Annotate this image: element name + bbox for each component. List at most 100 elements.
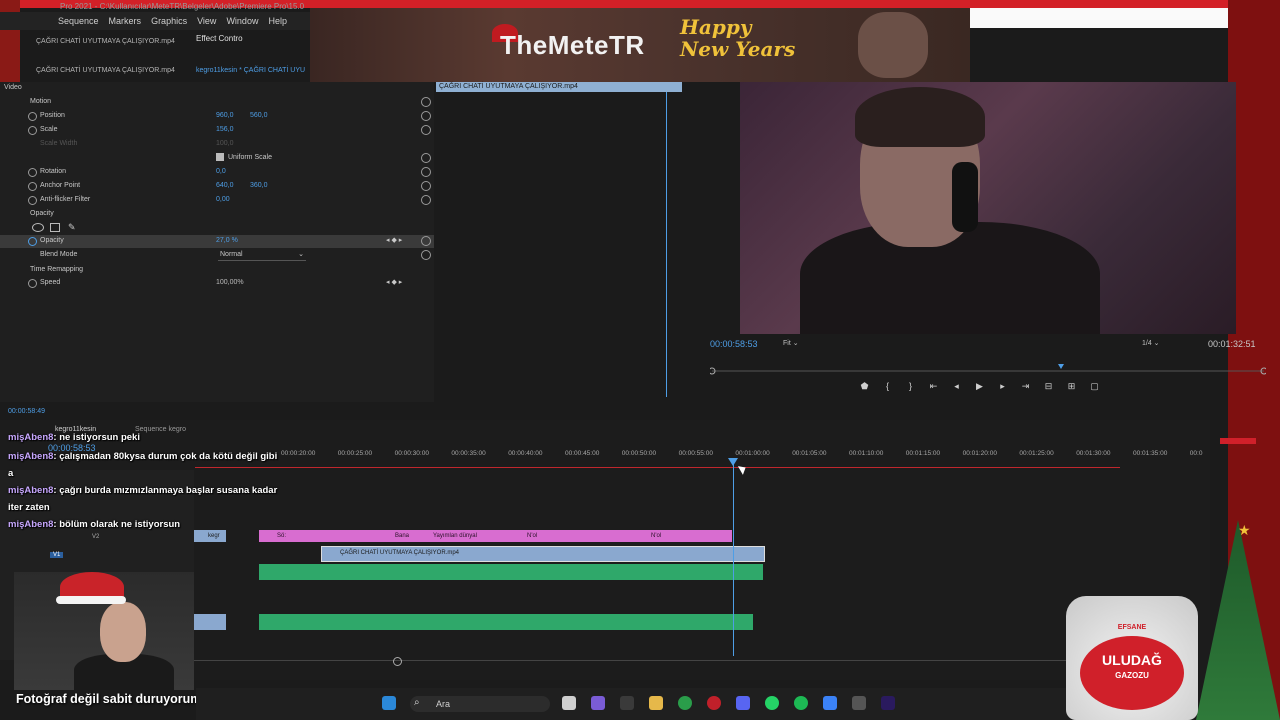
copilot-icon[interactable]	[591, 696, 605, 710]
mark-in-icon[interactable]: {	[883, 381, 892, 391]
ec-clip-strip[interactable]: ÇAĞRI CHATİ UYUTMAYA ÇALIŞIYOR.mp4	[436, 82, 682, 92]
blend-label: Blend Mode	[40, 251, 78, 258]
add-marker-icon[interactable]: ⬟	[860, 381, 869, 392]
tab-sequence-2[interactable]: Sequence kegro	[135, 426, 186, 433]
stopwatch-icon[interactable]	[28, 237, 37, 246]
reset-icon[interactable]	[421, 236, 431, 246]
rotation-row: Rotation 0,0	[0, 166, 434, 179]
reset-icon[interactable]	[421, 167, 431, 177]
reset-icon[interactable]	[421, 97, 431, 107]
app-icon[interactable]	[852, 696, 866, 710]
zoom-handle[interactable]	[393, 657, 402, 666]
file-explorer-icon[interactable]	[649, 696, 663, 710]
whatsapp-icon[interactable]	[765, 696, 779, 710]
ruler-tick-label: 00:01:00:00	[735, 450, 770, 457]
keyframe-nav-icon[interactable]: ◂ ◆ ▸	[386, 236, 402, 244]
reset-icon[interactable]	[421, 181, 431, 191]
reset-icon[interactable]	[421, 111, 431, 121]
opera-icon[interactable]	[707, 696, 721, 710]
menu-help[interactable]: Help	[268, 16, 287, 26]
app-icon[interactable]	[620, 696, 634, 710]
time-ruler[interactable]: 00:00:20:00 00:00:25:00 00:00:30:00 00:00:3…	[195, 450, 1202, 464]
uniform-scale-checkbox[interactable]	[216, 153, 224, 161]
scale-label: Scale	[40, 126, 58, 133]
pen-mask-icon[interactable]: ✎	[68, 222, 76, 233]
star-icon: ★	[1238, 522, 1251, 538]
reset-icon[interactable]	[421, 153, 431, 163]
taskbar-search[interactable]: Ara	[410, 696, 550, 712]
play-icon[interactable]: ▶	[975, 381, 984, 392]
track-v2-label[interactable]: V2	[92, 534, 99, 540]
track-v1-label[interactable]: V1	[50, 552, 64, 558]
zoom-fit-select[interactable]: Fit ⌄	[783, 339, 799, 347]
position-x-value[interactable]: 960,0	[216, 112, 234, 119]
anchor-x-value[interactable]: 640,0	[216, 182, 234, 189]
ec-sequence-line[interactable]: kegro11kesin * ÇAĞRI CHATİ UYU	[196, 67, 305, 74]
keyframe-nav-icon[interactable]: ◂ ◆ ▸	[386, 278, 402, 286]
ec-source-line: ÇAĞRI CHATİ UYUTMAYA ÇALIŞIYOR.mp4	[36, 67, 175, 74]
windows-start-icon[interactable]	[382, 696, 396, 710]
export-frame-icon[interactable]: ▢	[1090, 381, 1099, 392]
reset-icon[interactable]	[421, 125, 431, 135]
ec-playhead[interactable]	[666, 92, 667, 397]
clip-small[interactable]: kegr	[194, 530, 226, 542]
chrome-icon[interactable]	[678, 696, 692, 710]
blend-select[interactable]: Normal ⌄	[218, 249, 306, 261]
discord-icon[interactable]	[736, 696, 750, 710]
store-icon[interactable]	[823, 696, 837, 710]
speed-value[interactable]: 100,00%	[216, 279, 244, 286]
menu-sequence[interactable]: Sequence	[58, 16, 99, 26]
clip-main-video[interactable]: ÇAĞRI CHATİ UYUTMAYA ÇALIŞIYOR.mp4	[321, 546, 765, 562]
position-y-value[interactable]: 560,0	[250, 112, 268, 119]
stopwatch-icon[interactable]	[28, 112, 37, 121]
menu-graphics[interactable]: Graphics	[151, 16, 187, 26]
stopwatch-icon[interactable]	[28, 196, 37, 205]
menu-view[interactable]: View	[197, 16, 216, 26]
tab-effect-controls[interactable]: Effect Contro	[196, 34, 306, 52]
premiere-pro-icon[interactable]	[881, 696, 895, 710]
scale-value[interactable]: 156,0	[216, 126, 234, 133]
menu-window[interactable]: Window	[226, 16, 258, 26]
clip-audio-2[interactable]	[259, 614, 753, 630]
stopwatch-icon[interactable]	[28, 126, 37, 135]
motion-label: Motion	[30, 98, 52, 105]
go-to-in-icon[interactable]: ⇤	[929, 381, 938, 392]
clip-subtitle-track[interactable]: Sö: Bana Yayımlan dünyal N'ol N'ol	[259, 530, 732, 542]
opacity-value[interactable]: 27,0 %	[216, 237, 238, 244]
step-back-icon[interactable]: ◂	[952, 381, 961, 392]
soda-bottles-image: EFSANE ULUDAĞ GAZOZU	[1066, 596, 1198, 720]
reset-icon[interactable]	[421, 195, 431, 205]
go-to-out-icon[interactable]: ⇥	[1021, 381, 1030, 392]
timeline-scrollbar[interactable]	[194, 660, 1194, 661]
step-forward-icon[interactable]: ▸	[998, 381, 1007, 392]
mark-out-icon[interactable]: }	[906, 381, 915, 391]
rect-mask-icon[interactable]	[50, 223, 60, 232]
ruler-tick-label: 00:00:35:00	[451, 450, 486, 457]
program-scrubber[interactable]	[710, 364, 1266, 376]
spotify-icon[interactable]	[794, 696, 808, 710]
fit-label: Fit	[783, 340, 791, 347]
reset-icon[interactable]	[421, 250, 431, 260]
menu-markers[interactable]: Markers	[109, 16, 142, 26]
rotation-value[interactable]: 0,0	[216, 168, 226, 175]
clip-small-audio[interactable]	[194, 614, 226, 630]
ruler-tick-label: 00:01:20:00	[962, 450, 997, 457]
motion-row[interactable]: Motion	[0, 96, 434, 109]
chat-message: mişAben8: ne istiyorsun peki	[8, 432, 140, 443]
ruler-tick-label: 00:01:15:00	[905, 450, 941, 457]
stopwatch-icon[interactable]	[28, 279, 37, 288]
task-view-icon[interactable]	[562, 696, 576, 710]
ellipse-mask-icon[interactable]	[32, 223, 44, 232]
extract-icon[interactable]: ⊞	[1067, 381, 1076, 392]
resolution-select[interactable]: 1/4 ⌄	[1142, 339, 1160, 347]
opacity-section-row[interactable]: Opacity	[0, 208, 434, 221]
clip-audio-1[interactable]	[259, 564, 763, 580]
anchor-y-value[interactable]: 360,0	[250, 182, 268, 189]
antiflicker-value[interactable]: 0,00	[216, 196, 230, 203]
time-remap-row[interactable]: Time Remapping	[0, 264, 434, 277]
program-timecode[interactable]: 00:00:58:53	[710, 339, 758, 349]
timeline-playhead[interactable]	[733, 460, 734, 656]
stopwatch-icon[interactable]	[28, 168, 37, 177]
stopwatch-icon[interactable]	[28, 182, 37, 191]
lift-icon[interactable]: ⊟	[1044, 381, 1053, 392]
